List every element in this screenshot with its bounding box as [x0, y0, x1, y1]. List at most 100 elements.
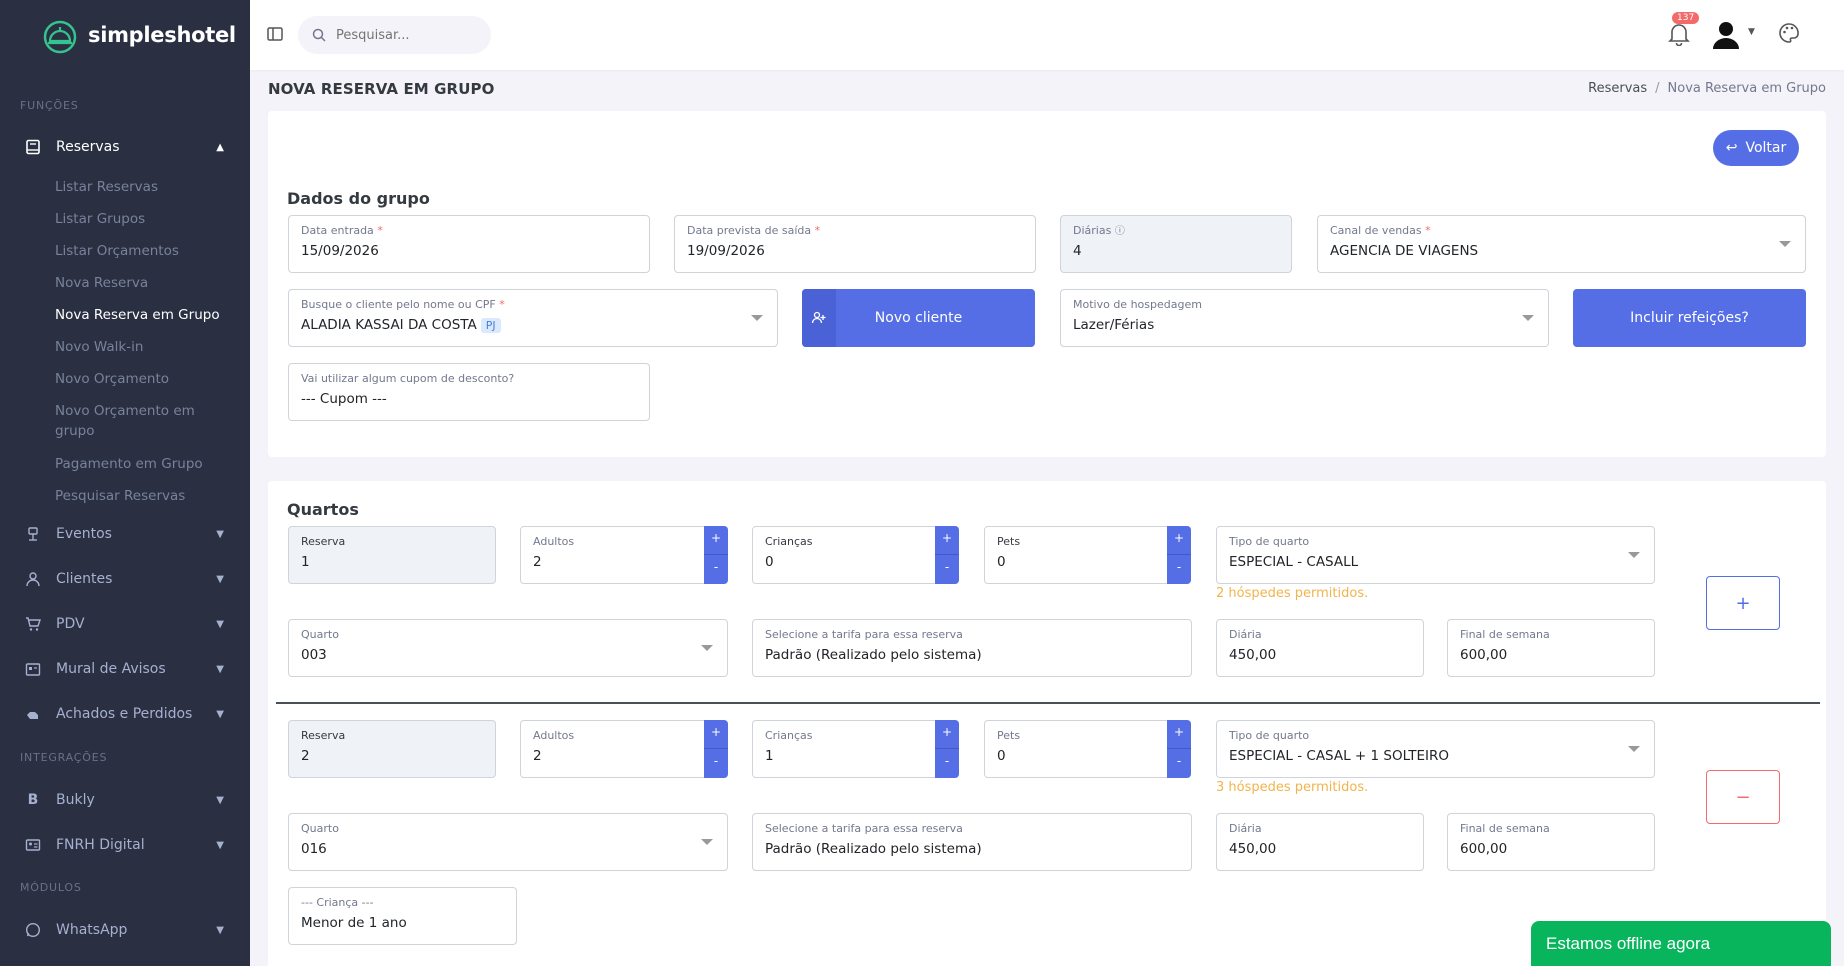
sidebar-item-whatsapp[interactable]: WhatsApp ▼	[0, 915, 250, 945]
room-2-quarto-select[interactable]: Quarto 016	[288, 813, 728, 871]
sidebar-item-fnrh[interactable]: FNRH Digital ▼	[0, 830, 250, 860]
remove-room-button[interactable]: −	[1706, 770, 1780, 824]
decrement-button[interactable]: -	[935, 555, 959, 584]
quantity-stepper: + -	[1167, 526, 1191, 584]
cliente-search-select[interactable]: Busque o cliente pelo nome ou CPF * ALAD…	[288, 289, 778, 347]
info-icon[interactable]: ⓘ	[1115, 226, 1125, 237]
sidebar-item-label: Achados e Perdidos	[56, 706, 193, 722]
chevron-down-icon[interactable]: ▼	[1748, 27, 1755, 37]
chevron-down-icon	[1779, 241, 1791, 247]
sidebar-subitem-pesquisar-reservas[interactable]: Pesquisar Reservas	[55, 486, 235, 506]
chat-offline-widget[interactable]: Estamos offline agora	[1531, 921, 1831, 966]
field-label: Crianças	[765, 729, 813, 742]
sidebar-subitem-listar-grupos[interactable]: Listar Grupos	[55, 209, 235, 229]
podium-icon	[24, 525, 42, 543]
room-1-guests-hint: 2 hóspedes permitidos.	[1216, 586, 1369, 601]
room-1-pets-stepper[interactable]: Pets 0 + -	[984, 526, 1191, 584]
search-input[interactable]	[336, 27, 466, 43]
incluir-refeicoes-button[interactable]: Incluir refeições?	[1573, 289, 1806, 347]
sidebar-item-mural[interactable]: Mural de Avisos ▼	[0, 654, 250, 684]
room-1-tarifa-select[interactable]: Selecione a tarifa para essa reserva Pad…	[752, 619, 1192, 677]
room-1-adultos-stepper[interactable]: Adultos 2 + -	[520, 526, 728, 584]
sidebar-toggle-icon[interactable]	[266, 25, 284, 43]
avatar[interactable]	[1710, 18, 1742, 50]
canal-vendas-select[interactable]: Canal de vendas * AGENCIA DE VIAGENS	[1317, 215, 1806, 273]
add-room-button[interactable]: +	[1706, 576, 1780, 630]
canal-vendas-value: AGENCIA DE VIAGENS	[1330, 243, 1479, 259]
room-2-fim-semana-field[interactable]: Final de semana 600,00	[1447, 813, 1655, 871]
decrement-button[interactable]: -	[1167, 749, 1191, 778]
decrement-button[interactable]: -	[1167, 555, 1191, 584]
room-1-quarto-select[interactable]: Quarto 003	[288, 619, 728, 677]
field-label: Data entrada	[301, 224, 374, 237]
data-saida-value: 19/09/2026	[687, 243, 765, 259]
field-label: Data prevista de saída	[687, 224, 812, 237]
motivo-hospedagem-select[interactable]: Motivo de hospedagem Lazer/Férias	[1060, 289, 1549, 347]
novo-cliente-button[interactable]: Novo cliente	[802, 289, 1035, 347]
bukly-icon: B	[27, 792, 39, 808]
room-2-diaria-field[interactable]: Diária 450,00	[1216, 813, 1424, 871]
sidebar-item-label: FNRH Digital	[56, 837, 145, 853]
room-1-tipo-quarto-select[interactable]: Tipo de quarto ESPECIAL - CASALL	[1216, 526, 1655, 584]
quarto-value: 003	[301, 647, 327, 663]
room-1-fim-semana-field[interactable]: Final de semana 600,00	[1447, 619, 1655, 677]
adultos-value: 2	[533, 554, 542, 570]
sidebar-item-bukly[interactable]: B Bukly ▼	[0, 785, 250, 815]
search-box[interactable]	[298, 16, 491, 54]
breadcrumb-separator: /	[1655, 81, 1660, 96]
cupom-select[interactable]: Vai utilizar algum cupom de desconto? --…	[288, 363, 650, 421]
quantity-stepper: + -	[935, 526, 959, 584]
decrement-button[interactable]: -	[704, 749, 728, 778]
sidebar-subitem-novo-walk-in[interactable]: Novo Walk-in	[55, 337, 235, 357]
field-label: --- Criança ---	[301, 896, 374, 909]
back-button[interactable]: ↩ Voltar	[1713, 130, 1799, 166]
room-1-diaria-field[interactable]: Diária 450,00	[1216, 619, 1424, 677]
room-2-tarifa-select[interactable]: Selecione a tarifa para essa reserva Pad…	[752, 813, 1192, 871]
breadcrumb-current: Nova Reserva em Grupo	[1667, 81, 1826, 96]
increment-button[interactable]: +	[704, 526, 728, 555]
increment-button[interactable]: +	[1167, 526, 1191, 555]
sidebar-subitem-pagamento-grupo[interactable]: Pagamento em Grupo	[55, 454, 235, 474]
sidebar-item-eventos[interactable]: Eventos ▼	[0, 519, 250, 549]
field-label: Quarto	[301, 628, 339, 641]
room-2-pets-stepper[interactable]: Pets 0 + -	[984, 720, 1191, 778]
sidebar-item-label: Mural de Avisos	[56, 661, 166, 677]
sidebar-item-pdv[interactable]: PDV ▼	[0, 609, 250, 639]
increment-button[interactable]: +	[1167, 720, 1191, 749]
decrement-button[interactable]: -	[704, 555, 728, 584]
room-2-criancas-stepper[interactable]: Crianças 1 + -	[752, 720, 959, 778]
sidebar-subitem-listar-orcamentos[interactable]: Listar Orçamentos	[55, 241, 235, 261]
notification-badge: 137	[1672, 12, 1700, 24]
reserva-value: 1	[301, 554, 310, 570]
sidebar-subitem-nova-reserva-grupo[interactable]: Nova Reserva em Grupo	[55, 305, 235, 325]
decrement-button[interactable]: -	[935, 749, 959, 778]
data-entrada-field[interactable]: Data entrada * 15/09/2026	[288, 215, 650, 273]
logo[interactable]: simpleshotel	[0, 0, 250, 70]
increment-button[interactable]: +	[935, 720, 959, 749]
sidebar-subitem-novo-orcamento[interactable]: Novo Orçamento	[55, 369, 235, 389]
data-saida-field[interactable]: Data prevista de saída * 19/09/2026	[674, 215, 1036, 273]
room-2-adultos-stepper[interactable]: Adultos 2 + -	[520, 720, 728, 778]
pets-value: 0	[997, 748, 1006, 764]
palette-icon[interactable]	[1778, 22, 1800, 44]
room-2-crianca-age-select[interactable]: --- Criança --- Menor de 1 ano	[288, 887, 517, 945]
sidebar-subitem-novo-orcamento-grupo[interactable]: Novo Orçamento em grupo	[55, 401, 225, 441]
increment-button[interactable]: +	[935, 526, 959, 555]
room-2-tipo-quarto-select[interactable]: Tipo de quarto ESPECIAL - CASAL + 1 SOLT…	[1216, 720, 1655, 778]
diaria-value: 450,00	[1229, 841, 1277, 857]
bell-icon[interactable]	[1668, 22, 1690, 46]
sidebar-item-label: Reservas	[56, 139, 120, 155]
chevron-down-icon: ▼	[216, 794, 224, 806]
field-label: Tipo de quarto	[1229, 729, 1310, 742]
sidebar-item-achados[interactable]: Achados e Perdidos ▼	[0, 699, 250, 729]
room-1-criancas-stepper[interactable]: Crianças 0 + -	[752, 526, 959, 584]
return-arrow-icon: ↩	[1725, 140, 1738, 156]
increment-button[interactable]: +	[704, 720, 728, 749]
chevron-down-icon	[701, 645, 713, 651]
sidebar-subitem-nova-reserva[interactable]: Nova Reserva	[55, 273, 235, 293]
sidebar-subitem-listar-reservas[interactable]: Listar Reservas	[55, 177, 235, 197]
sidebar-item-clientes[interactable]: Clientes ▼	[0, 564, 250, 594]
chevron-down-icon: ▼	[216, 528, 224, 540]
sidebar-item-reservas[interactable]: Reservas ▲	[0, 132, 250, 162]
breadcrumb-link-reservas[interactable]: Reservas	[1588, 81, 1647, 96]
